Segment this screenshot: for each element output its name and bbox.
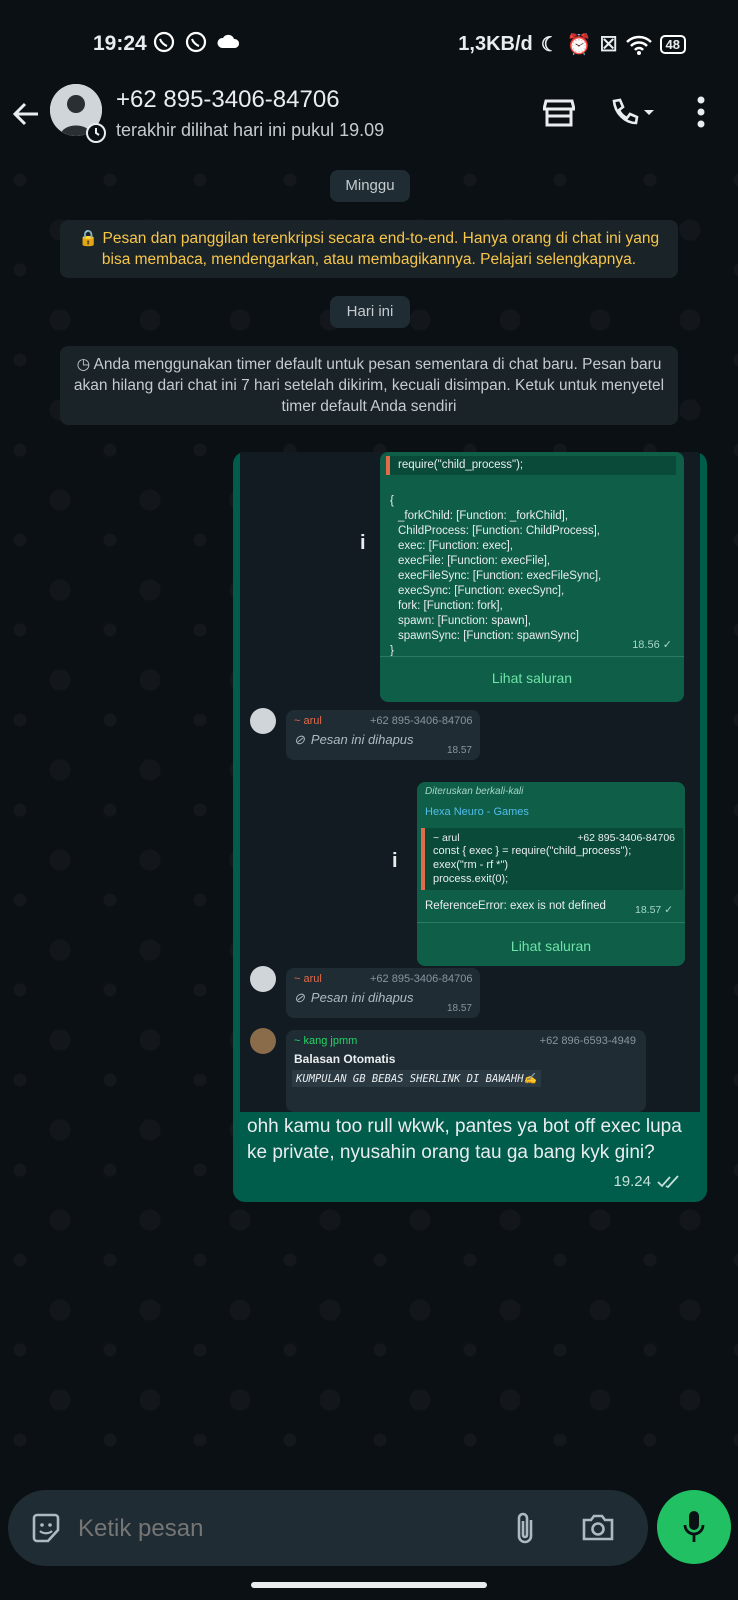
channel-name: Hexa Neuro - Games [425,806,529,818]
deleted-row: ⊘ Pesan ini dihapus [294,990,414,1006]
message-time: 18.56 ✓ [632,639,672,651]
sim-icon: ☒ [599,34,618,56]
battery-icon: 48 [659,35,686,54]
message-input[interactable] [76,1508,480,1550]
avatar [250,966,276,992]
deleted-row: ⊘ Pesan ini dihapus [294,732,414,748]
screenshot-image[interactable]: require("child_process"); { _forkChild: … [240,452,700,1112]
message-text: ohh kamu too rull wkwk, pantes ya bot of… [247,1116,682,1163]
sender-name: ~ arul [294,973,322,985]
chat-header: +62 895-3406-84706 terakhir dilihat hari… [0,80,738,160]
whatsapp-icon [185,31,207,53]
sender-number: +62 896-6593-4949 [539,1035,636,1047]
quote-line: const { exec } = require("child_process"… [433,845,632,857]
forwarded-label: Diteruskan berkali-kali [425,786,524,797]
encryption-notice[interactable]: 🔒 Pesan dan panggilan terenkripsi secara… [60,220,678,278]
code-line: _forkChild: [Function: _forkChild], [398,510,569,522]
timer-notice[interactable]: ◷ Anda menggunakan timer default untuk p… [60,346,678,425]
deleted-text: Pesan ini dihapus [310,732,414,747]
avatar [250,708,276,734]
wifi-icon [625,35,652,55]
camera-icon[interactable] [581,1512,615,1542]
avatar [250,1028,276,1054]
code-line: ChildProcess: [Function: ChildProcess], [398,525,600,537]
auto-reply-message: ~ kang jpmm +62 896-6593-4949 Balasan Ot… [286,1030,646,1112]
auto-text: KUMPULAN GB BEBAS SHERLINK DI BAWAHH✍️ [292,1070,541,1087]
home-indicator[interactable] [251,1582,487,1588]
code-top: require("child_process"); [386,456,676,475]
sender-name: ~ arul [294,715,322,727]
voice-record-button[interactable] [657,1490,731,1564]
date-pill: Minggu [330,170,410,202]
quoted-message: ~ arul +62 895-3406-84706 const { exec }… [421,828,683,890]
divider [380,656,684,657]
blocked-icon: ⊘ [294,732,305,747]
status-bar: 19:24 1,3KB/d ☾ ⏰ ☒ 48 [0,0,738,80]
view-channel-link: Lihat saluran [510,938,592,954]
status-right: 1,3KB/d ☾ ⏰ ☒ 48 [458,32,686,57]
store-icon[interactable] [543,98,575,128]
divider [417,922,685,923]
quote-line: exex("rm - rf *") [433,859,509,871]
code-line: { [390,495,394,507]
phone-icon[interactable] [610,98,656,128]
date-pill: Hari ini [330,296,410,328]
network-speed: 1,3KB/d [458,33,533,55]
blocked-icon: ⊘ [294,990,305,1005]
more-options-icon[interactable] [696,96,706,128]
code-line: spawn: [Function: spawn], [398,615,531,627]
message-time: 18.57 [446,745,472,756]
code-output: { _forkChild: [Function: _forkChild], Ch… [390,494,601,659]
whatsapp-icon [153,31,175,53]
info-icon: i [360,532,366,554]
sender-number: +62 895-3406-84706 [370,973,473,985]
code-line: spawnSync: [Function: spawnSync] [398,630,579,642]
deleted-message: ~ arul +62 895-3406-84706 ⊘ Pesan ini di… [286,710,480,760]
sticker-icon[interactable] [30,1512,62,1544]
composer [8,1490,648,1566]
error-text: ReferenceError: exex is not defined [425,900,606,912]
code-line: execFileSync: [Function: execFileSync], [398,570,602,582]
sender-name: ~ kang jpmm [294,1035,358,1047]
outgoing-image-message[interactable]: require("child_process"); { _forkChild: … [233,452,707,1202]
cloud-icon [217,34,240,48]
quote-header: ~ arul +62 895-3406-84706 [433,832,675,844]
notification-icons [152,30,242,54]
timer-badge-icon [86,123,106,143]
message-time: 18.57 ✓ [635,904,673,916]
quote-line: process.exit(0); [433,873,509,885]
message-meta: 19.24 [613,1173,683,1190]
status-time: 19:24 [93,32,147,55]
code-top-line: require("child_process"); [386,456,676,475]
back-arrow-icon[interactable] [10,98,42,130]
quote-number: +62 895-3406-84706 [577,832,675,844]
moon-icon: ☾ [540,34,559,56]
code-output-bubble: require("child_process"); { _forkChild: … [380,452,684,702]
microphone-icon [683,1511,705,1542]
message-time: 19.24 [613,1173,651,1190]
info-icon: i [392,850,398,872]
double-check-icon [657,1174,679,1188]
sender-number: +62 895-3406-84706 [370,715,473,727]
quote-sender: ~ arul [433,832,460,844]
deleted-text: Pesan ini dihapus [310,990,414,1005]
code-line: execFile: [Function: execFile], [398,555,551,567]
contact-name[interactable]: +62 895-3406-84706 [116,86,340,114]
code-line: exec: [Function: exec], [398,540,514,552]
last-seen: terakhir dilihat hari ini pukul 19.09 [116,120,385,140]
view-channel-link: Lihat saluran [491,670,573,686]
forwarded-bubble: Diteruskan berkali-kali Hexa Neuro - Gam… [417,782,685,966]
auto-title: Balasan Otomatis [294,1052,396,1066]
alarm-icon: ⏰ [566,34,592,56]
message-time: 18.57 [446,1003,472,1014]
code-line: fork: [Function: fork], [398,600,503,612]
deleted-message: ~ arul +62 895-3406-84706 ⊘ Pesan ini di… [286,968,480,1018]
attach-icon[interactable] [513,1510,537,1546]
code-line: execSync: [Function: execSync], [398,585,565,597]
